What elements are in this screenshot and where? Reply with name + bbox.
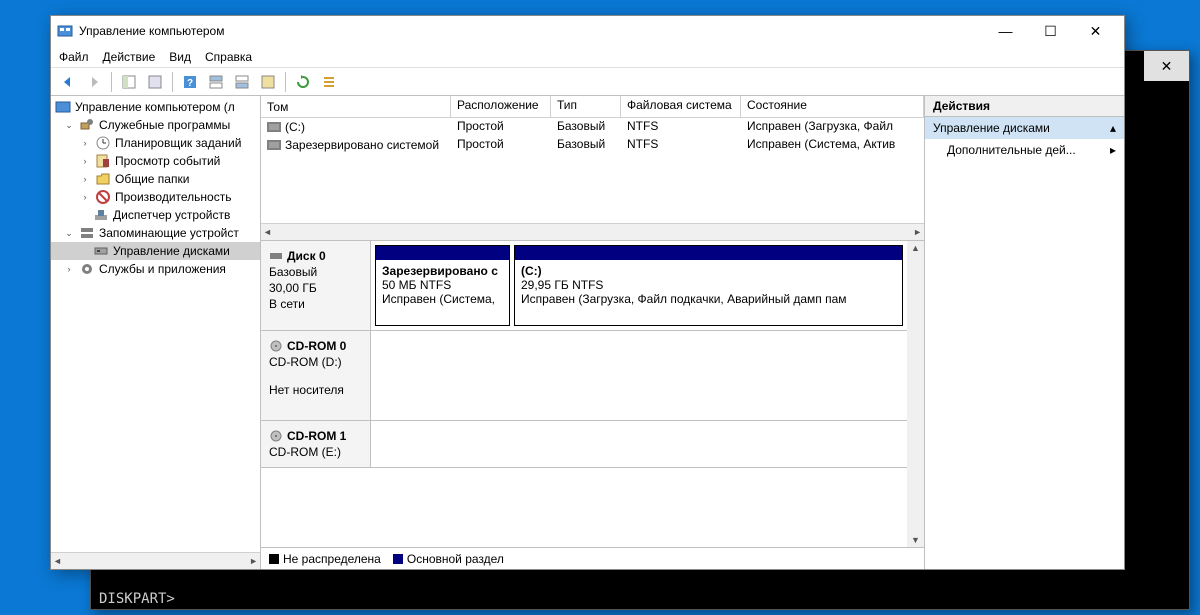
menu-file[interactable]: Файл [59,50,89,64]
actions-section-diskmgmt[interactable]: Управление дисками ▴ [925,117,1124,139]
app-icon [57,23,73,39]
volume-row[interactable]: (C:) Простой Базовый NTFS Исправен (Загр… [261,118,924,136]
view-bottom-button[interactable] [231,71,253,93]
tree-root[interactable]: Управление компьютером (л [51,98,260,116]
partition-c[interactable]: (C:) 29,95 ГБ NTFS Исправен (Загрузка, Ф… [514,245,903,326]
tree-task-scheduler[interactable]: › Планировщик заданий [51,134,260,152]
menu-action[interactable]: Действие [103,50,156,64]
col-type[interactable]: Тип [551,96,621,117]
refresh-button[interactable] [292,71,314,93]
disk-row-cdrom0[interactable]: CD-ROM 0 CD-ROM (D:) Нет носителя [261,331,907,421]
tree-shared-folders[interactable]: › Общие папки [51,170,260,188]
tree-scrollbar[interactable]: ◄► [51,552,260,569]
disk-row-cdrom1[interactable]: CD-ROM 1 CD-ROM (E:) [261,421,907,468]
disk-vertical-scrollbar[interactable]: ▲▼ [907,241,924,547]
disk-row-0[interactable]: Диск 0 Базовый 30,00 ГБ В сети Зарезерви… [261,241,907,331]
window-controls: — ☐ ✕ [983,17,1118,45]
col-volume[interactable]: Том [261,96,451,117]
tree-device-manager[interactable]: Диспетчер устройств [51,206,260,224]
chevron-right-icon: ▸ [1110,143,1116,157]
settings-button[interactable] [257,71,279,93]
tree-panel: Управление компьютером (л ⌄ Служебные пр… [51,96,261,569]
svg-text:?: ? [187,78,193,89]
actions-panel: Действия Управление дисками ▴ Дополнител… [924,96,1124,569]
window-title: Управление компьютером [79,24,983,38]
disk-info[interactable]: CD-ROM 0 CD-ROM (D:) Нет носителя [261,331,371,420]
volume-list-header[interactable]: Том Расположение Тип Файловая система Со… [261,96,924,118]
tree-system-tools[interactable]: ⌄ Служебные программы [51,116,260,134]
show-hide-tree-button[interactable] [118,71,140,93]
content-area: Управление компьютером (л ⌄ Служебные пр… [51,96,1124,569]
tree-performance[interactable]: › Производительность [51,188,260,206]
close-button[interactable]: ✕ [1073,17,1118,45]
volume-list: Том Расположение Тип Файловая система Со… [261,96,924,241]
legend: Не распределена Основной раздел [261,547,924,569]
forward-button[interactable] [83,71,105,93]
center-panel: Том Расположение Тип Файловая система Со… [261,96,924,569]
col-layout[interactable]: Расположение [451,96,551,117]
cmd-prompt-text: DISKPART> [99,591,175,607]
minimize-button[interactable]: — [983,17,1028,45]
actions-more[interactable]: Дополнительные дей... ▸ [925,139,1124,161]
col-status[interactable]: Состояние [741,96,924,117]
tree-services[interactable]: › Службы и приложения [51,260,260,278]
menu-help[interactable]: Справка [205,50,252,64]
legend-primary: Основной раздел [393,552,504,566]
tree-event-viewer[interactable]: › Просмотр событий [51,152,260,170]
maximize-button[interactable]: ☐ [1028,17,1073,45]
disk-info[interactable]: Диск 0 Базовый 30,00 ГБ В сети [261,241,371,330]
legend-unallocated: Не распределена [269,552,381,566]
computer-management-window: Управление компьютером — ☐ ✕ Файл Действ… [50,15,1125,570]
disk-graphic-view: Диск 0 Базовый 30,00 ГБ В сети Зарезерви… [261,241,924,569]
disk-info[interactable]: CD-ROM 1 CD-ROM (E:) [261,421,371,467]
properties-button[interactable] [144,71,166,93]
nav-tree[interactable]: Управление компьютером (л ⌄ Служебные пр… [51,96,260,552]
volume-list-scrollbar[interactable]: ◄► [261,223,924,240]
collapse-icon: ▴ [1110,121,1116,135]
list-button[interactable] [318,71,340,93]
toolbar: ? [51,68,1124,96]
menubar: Файл Действие Вид Справка [51,46,1124,68]
help-button[interactable]: ? [179,71,201,93]
actions-header: Действия [925,96,1124,117]
partition-system-reserved[interactable]: Зарезервировано с 50 МБ NTFS Исправен (С… [375,245,510,326]
tree-storage[interactable]: ⌄ Запоминающие устройст [51,224,260,242]
titlebar[interactable]: Управление компьютером — ☐ ✕ [51,16,1124,46]
tree-disk-management[interactable]: Управление дисками [51,242,260,260]
view-top-button[interactable] [205,71,227,93]
menu-view[interactable]: Вид [169,50,191,64]
col-filesystem[interactable]: Файловая система [621,96,741,117]
cmd-close-button[interactable]: ✕ [1144,51,1189,81]
back-button[interactable] [57,71,79,93]
volume-row[interactable]: Зарезервировано системой Простой Базовый… [261,136,924,154]
